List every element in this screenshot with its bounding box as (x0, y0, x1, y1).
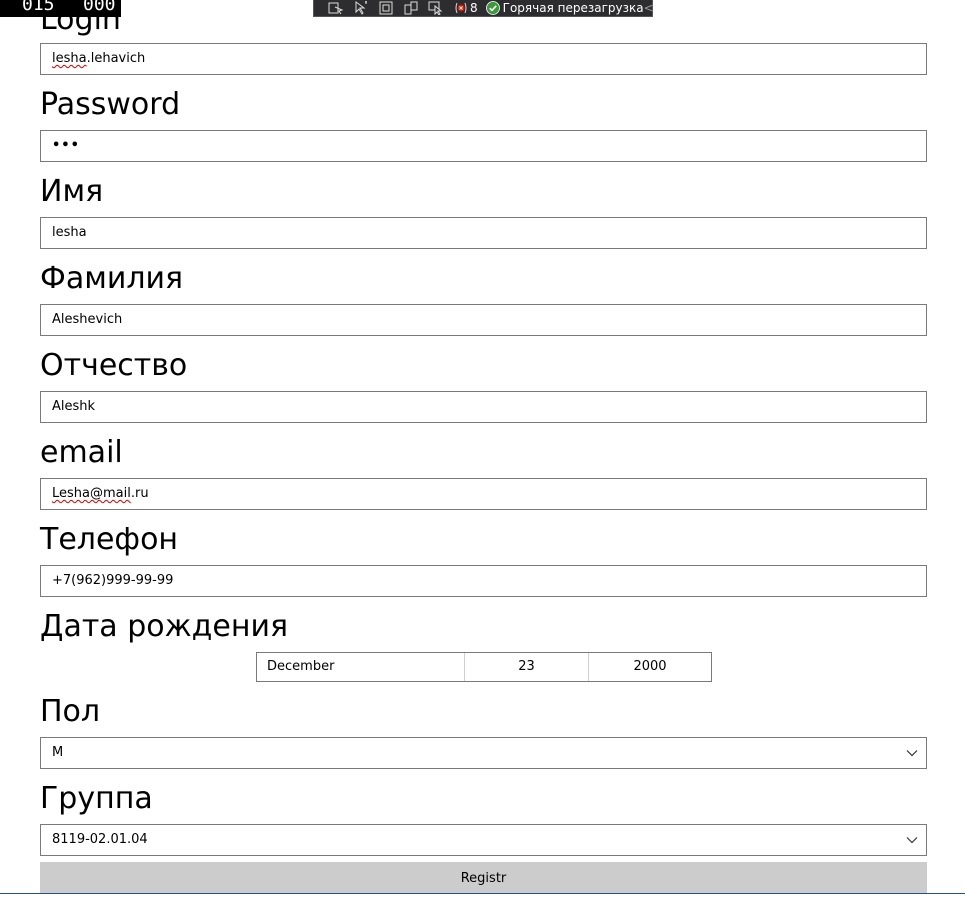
gender-selected-value: М (52, 745, 64, 760)
middle-name-label: Отчество (40, 348, 188, 383)
check-circle-icon (485, 1, 500, 15)
birth-date-label: Дата рождения (40, 609, 288, 644)
binding-errors-count: 8 (470, 1, 478, 15)
login-value-misspelled-part: lesha (52, 51, 87, 66)
last-name-label: Фамилия (40, 261, 184, 296)
login-value-rest: .lehavich (86, 51, 146, 66)
first-name-value: lesha (52, 225, 87, 240)
email-value-misspelled-part: Lesha@mail (52, 486, 131, 501)
phone-label: Телефон (40, 522, 179, 557)
first-name-input[interactable]: lesha (40, 217, 927, 249)
debug-toolbar: 8 Горячая перезагрузка < (313, 0, 654, 17)
password-input[interactable]: ••• (40, 130, 927, 162)
login-input[interactable]: lesha.lehavich (40, 43, 927, 75)
last-name-value: Aleshevich (52, 312, 123, 327)
middle-name-value: Aleshk (52, 399, 96, 414)
birth-date-picker[interactable]: December 23 2000 (256, 652, 712, 682)
hot-reload-status[interactable]: Горячая перезагрузка (485, 1, 644, 15)
preview-selection-icon[interactable] (428, 1, 444, 15)
group-label: Группа (40, 781, 153, 816)
birth-date-year[interactable]: 2000 (589, 653, 711, 681)
register-button[interactable]: Registr (40, 862, 927, 894)
phone-value: +7(962)999-99-99 (52, 573, 174, 588)
collapse-toolbar-icon[interactable]: < (644, 1, 654, 15)
chevron-down-icon (906, 837, 918, 844)
birth-date-day[interactable]: 23 (465, 653, 589, 681)
birth-date-month[interactable]: December (257, 653, 465, 681)
display-layout-adorners-icon[interactable] (378, 1, 394, 15)
last-name-input[interactable]: Aleshevich (40, 304, 927, 336)
first-name-label: Имя (40, 174, 104, 209)
gender-label: Пол (40, 694, 101, 729)
password-masked-value: ••• (52, 138, 80, 153)
frame-rate-counter: 015 000 (0, 0, 121, 17)
email-value-rest: .ru (130, 486, 149, 501)
select-element-icon[interactable] (353, 1, 369, 15)
binding-errors-indicator[interactable]: 8 (454, 1, 478, 15)
group-select[interactable]: 8119-02.01.04 (40, 824, 927, 856)
chevron-down-icon (906, 750, 918, 757)
password-label: Password (40, 87, 181, 122)
registration-page: 015 000 8 Горячая перезагрузка < Login l… (0, 0, 965, 897)
frame-counter-left: 015 (22, 0, 55, 15)
gender-select[interactable]: М (40, 737, 927, 769)
phone-input[interactable]: +7(962)999-99-99 (40, 565, 927, 597)
middle-name-input[interactable]: Aleshk (40, 391, 927, 423)
hot-reload-label: Горячая перезагрузка (502, 1, 644, 15)
window-bottom-border (0, 893, 965, 894)
live-visual-tree-icon[interactable] (328, 1, 344, 15)
email-label: email (40, 435, 123, 470)
binding-failure-icon (455, 2, 467, 14)
track-focus-icon[interactable] (403, 1, 419, 15)
frame-counter-right: 000 (83, 0, 116, 15)
group-selected-value: 8119-02.01.04 (52, 832, 148, 847)
email-input[interactable]: Lesha@mail.ru (40, 478, 927, 510)
